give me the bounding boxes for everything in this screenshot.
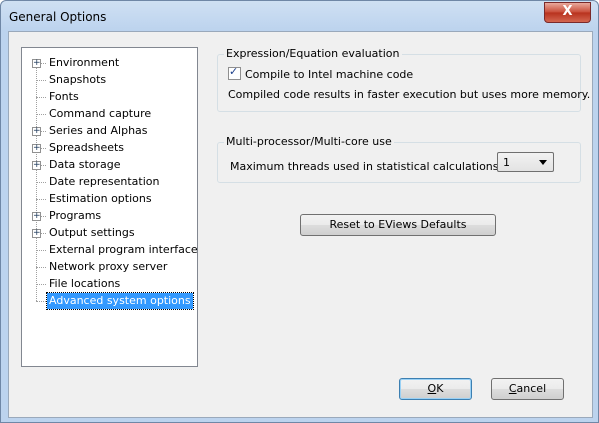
tree-connector [36,199,46,200]
threads-value: 1 [503,156,510,169]
tree-connector [36,301,46,302]
window-title: General Options [9,10,107,24]
group-title: Multi-processor/Multi-core use [224,135,394,148]
threads-label: Maximum threads used in statistical calc… [230,160,503,173]
ok-mnemonic: O [427,382,437,395]
reset-defaults-button[interactable]: Reset to EViews Defaults [300,214,496,236]
tree-item-label: Date representation [49,175,160,188]
tree-item-label: Snapshots [49,73,107,86]
tree-item-label: Programs [49,209,102,222]
expand-icon[interactable]: + [32,144,41,153]
tree-connector [36,267,46,268]
expand-icon[interactable]: + [32,127,41,136]
expression-evaluation-group: Expression/Equation evaluation ✓ Compile … [217,47,590,112]
tree-item[interactable]: File locations [22,276,197,292]
compile-note: Compiled code results in faster executio… [228,88,591,101]
cancel-label: ancel [516,382,547,395]
tree-item[interactable]: Command capture [22,106,197,122]
dialog-window: General Options X + Environment Snapshots F… [0,0,599,423]
tree-item[interactable]: + Programs [22,208,197,224]
tree-item-label: Data storage [49,158,121,171]
ok-button[interactable]: OK [399,378,472,400]
tree-item-label: Command capture [49,107,152,120]
threads-select[interactable]: 1 [497,152,554,172]
cancel-mnemonic: C [508,382,517,395]
tree-item[interactable]: + Spreadsheets [22,140,197,156]
expand-icon[interactable]: + [32,161,41,170]
compile-checkbox[interactable]: ✓ [228,65,241,80]
multiprocessor-group: Multi-processor/Multi-core use Maximum t… [217,135,581,183]
tree-item-label: Fonts [49,90,79,103]
options-tree[interactable]: + Environment Snapshots Fonts Command captur… [21,47,198,367]
close-button[interactable]: X [544,2,591,23]
tree-item[interactable]: + Data storage [22,157,197,173]
group-title: Expression/Equation evaluation [224,47,402,60]
tree-connector [36,250,46,251]
expand-icon[interactable]: + [32,59,41,68]
tree-item-label: Output settings [49,226,135,239]
tree-item[interactable]: Fonts [22,89,197,105]
tree-connector [36,284,46,285]
tree-item-label: Environment [49,56,120,69]
chevron-down-icon [539,160,547,165]
tree-item[interactable]: Date representation [22,174,197,190]
tree-connector [36,114,46,115]
compile-label: Compile to Intel machine code [245,68,414,81]
tree-connector [36,80,46,81]
tree-item-label: File locations [49,277,121,290]
ok-label: K [436,382,444,395]
checkmark-icon: ✓ [229,65,239,78]
tree-item[interactable]: + Output settings [22,225,197,241]
tree-item[interactable]: + Environment [22,55,197,71]
tree-item[interactable]: Snapshots [22,72,197,88]
expand-icon[interactable]: + [32,212,41,221]
compile-checkbox-row[interactable]: ✓ Compile to Intel machine code [228,65,414,81]
tree-item[interactable]: + Series and Alphas [22,123,197,139]
tree-connector [36,182,46,183]
dialog-client-area: + Environment Snapshots Fonts Command captur… [8,31,593,418]
tree-item-label: Spreadsheets [49,141,125,154]
expand-icon[interactable]: + [32,229,41,238]
tree-item[interactable]: Network proxy server [22,259,197,275]
tree-item[interactable]: Advanced system options [22,292,197,310]
tree-connector [36,97,46,98]
tree-item[interactable]: Estimation options [22,191,197,207]
tree-item-label: Advanced system options [46,292,194,310]
cancel-button[interactable]: Cancel [491,378,564,400]
tree-item-label: Estimation options [49,192,152,205]
close-icon: X [562,4,573,19]
tree-item-label: External program interface [49,243,198,256]
tree-item[interactable]: External program interface [22,242,197,258]
tree-item-label: Series and Alphas [49,124,148,137]
tree-item-label: Network proxy server [49,260,168,273]
